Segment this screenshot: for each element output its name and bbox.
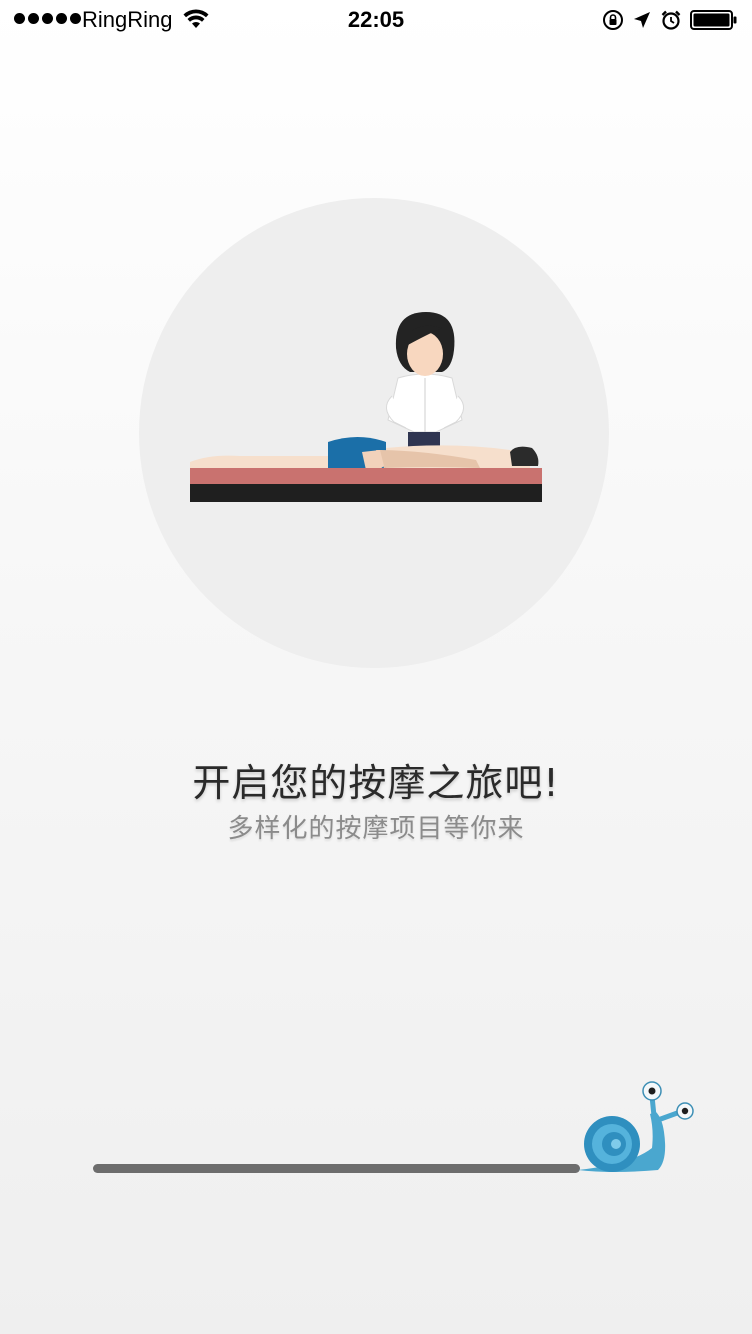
location-arrow-icon bbox=[634, 12, 650, 28]
battery-icon bbox=[690, 10, 737, 30]
onboarding-subline: 多样化的按摩项目等你来 bbox=[227, 814, 525, 844]
rotation-lock-icon bbox=[603, 10, 623, 30]
loading-progress-fill bbox=[93, 1164, 580, 1173]
massage-illustration bbox=[190, 312, 542, 502]
alarm-clock-icon bbox=[661, 10, 681, 30]
snail-icon bbox=[578, 1081, 694, 1172]
onboarding-headline: 开启您的按摩之旅吧! bbox=[192, 761, 560, 805]
status-bar: RingRing 22:05 bbox=[0, 0, 752, 40]
